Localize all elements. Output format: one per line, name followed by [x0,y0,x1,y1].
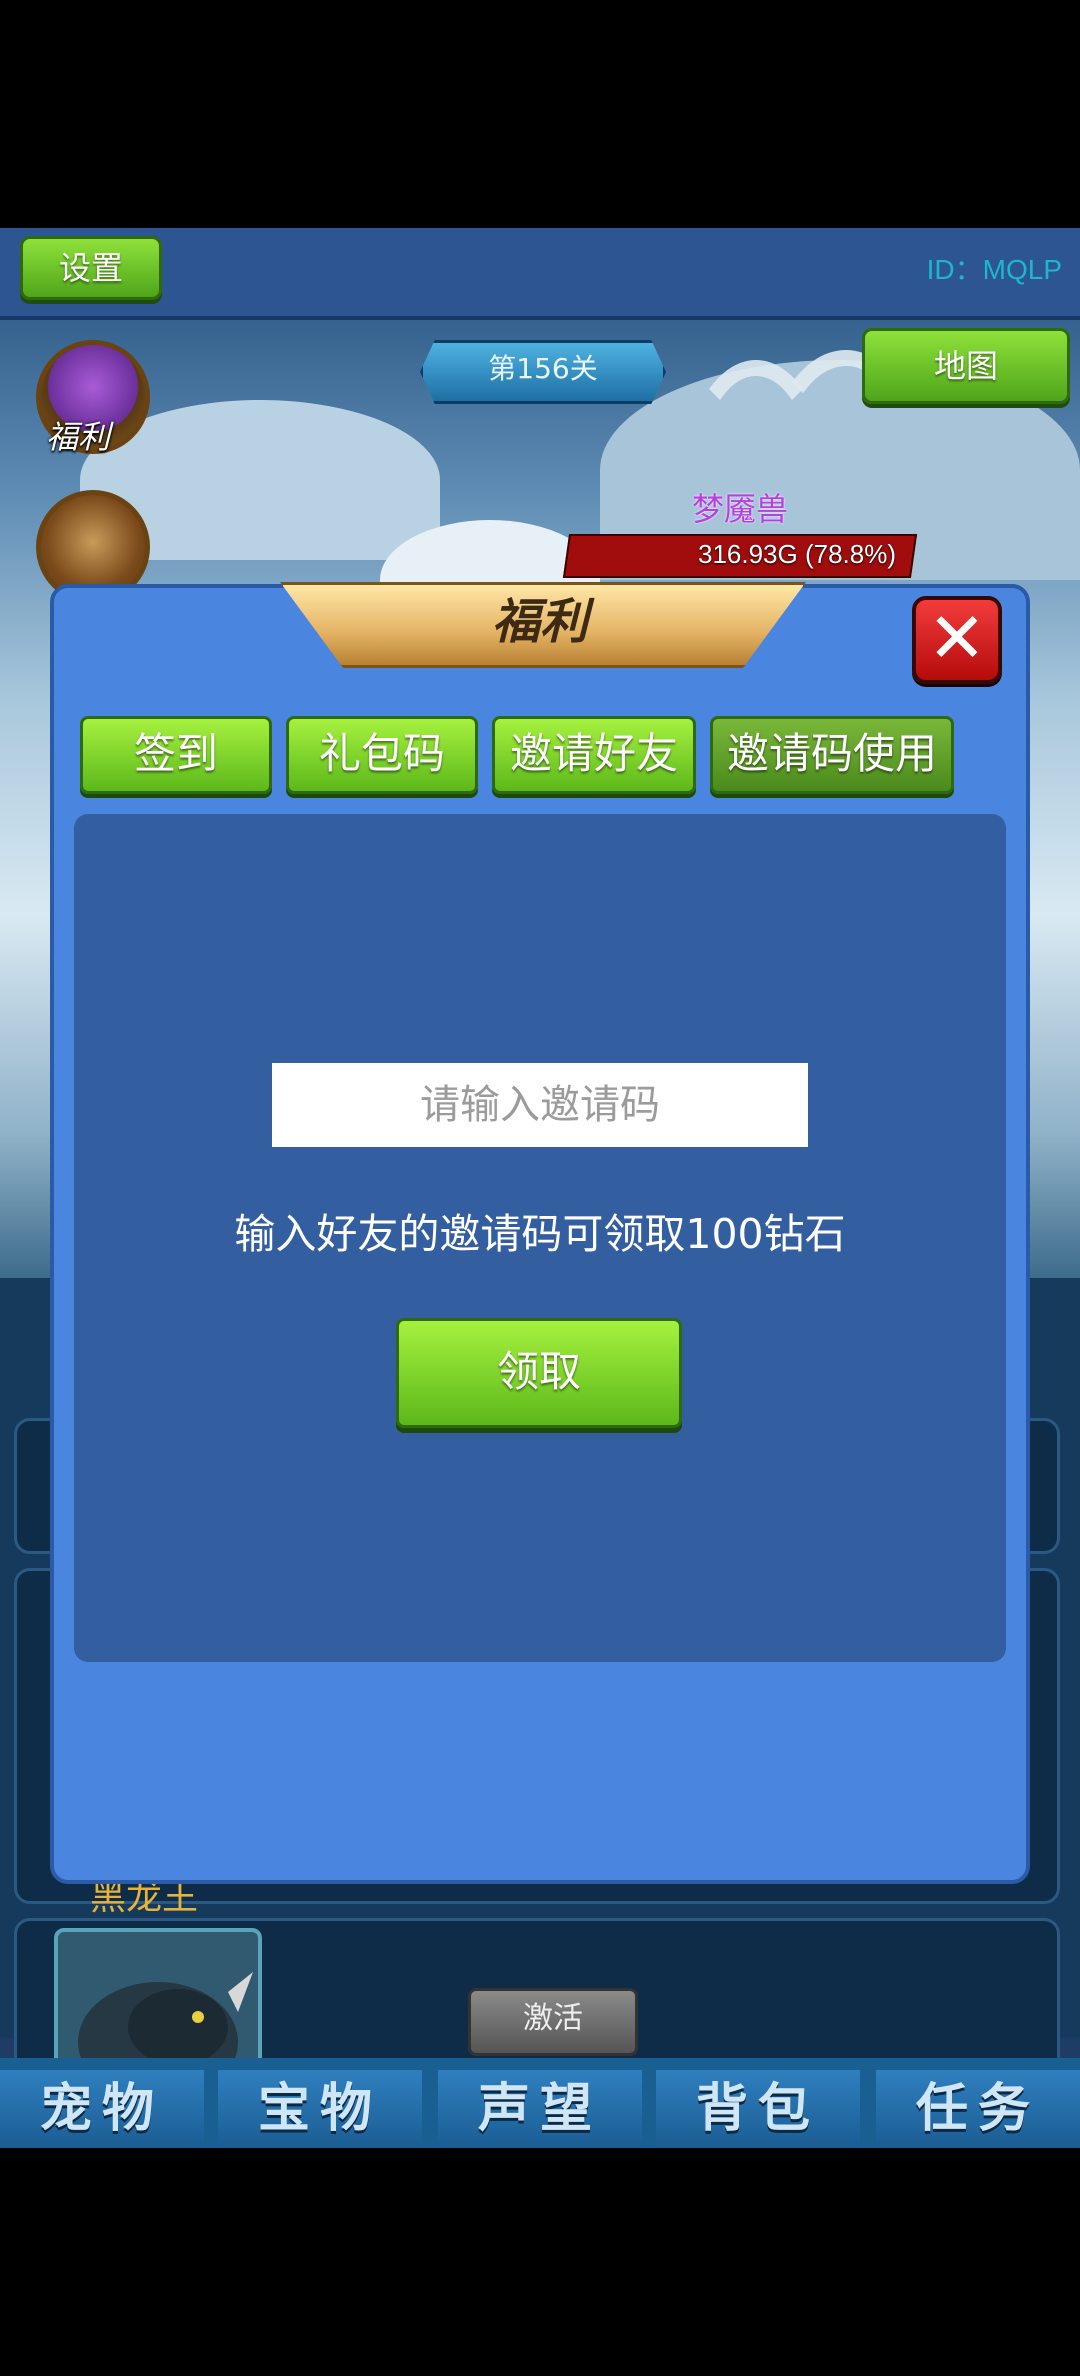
claim-button[interactable]: 领取 [396,1318,682,1428]
nav-tab-backpack[interactable]: 背包 [656,2070,860,2148]
activate-button[interactable]: 激活 [468,1988,638,2056]
tab-invite-friends[interactable]: 邀请好友 [492,716,696,794]
boss-hp-text: 316.93G (78.8%) [697,539,896,569]
nav-tab-tasks[interactable]: 任务 [876,2070,1080,2148]
settings-button[interactable]: 设置 [20,236,162,300]
boss-name: 梦魇兽 [691,490,788,528]
invite-hint-text: 输入好友的邀请码可领取100钻石 [234,1210,846,1258]
close-button[interactable]: ✕ [912,596,1002,684]
top-bar: 设置 ID：MQLP [0,228,1080,320]
map-button[interactable]: 地图 [862,328,1070,404]
stage-badge: 第156关 [420,340,666,404]
nav-tab-pets[interactable]: 宠物 [0,2070,204,2148]
welfare-label: 福利 [46,418,111,456]
tab-invite-code-use[interactable]: 邀请码使用 [710,716,954,794]
nav-tab-reputation[interactable]: 声望 [438,2070,642,2148]
modal-title: 福利 [491,594,588,650]
close-icon: ✕ [927,597,987,679]
nav-tab-treasures[interactable]: 宝物 [218,2070,422,2148]
invite-code-input[interactable] [272,1063,808,1147]
bottom-navigation: 宠物 宝物 声望 背包 任务 [0,2058,1080,2148]
tab-sign-in[interactable]: 签到 [80,716,272,794]
tab-gift-code[interactable]: 礼包码 [286,716,478,794]
player-id: ID：MQLP [926,254,1062,285]
